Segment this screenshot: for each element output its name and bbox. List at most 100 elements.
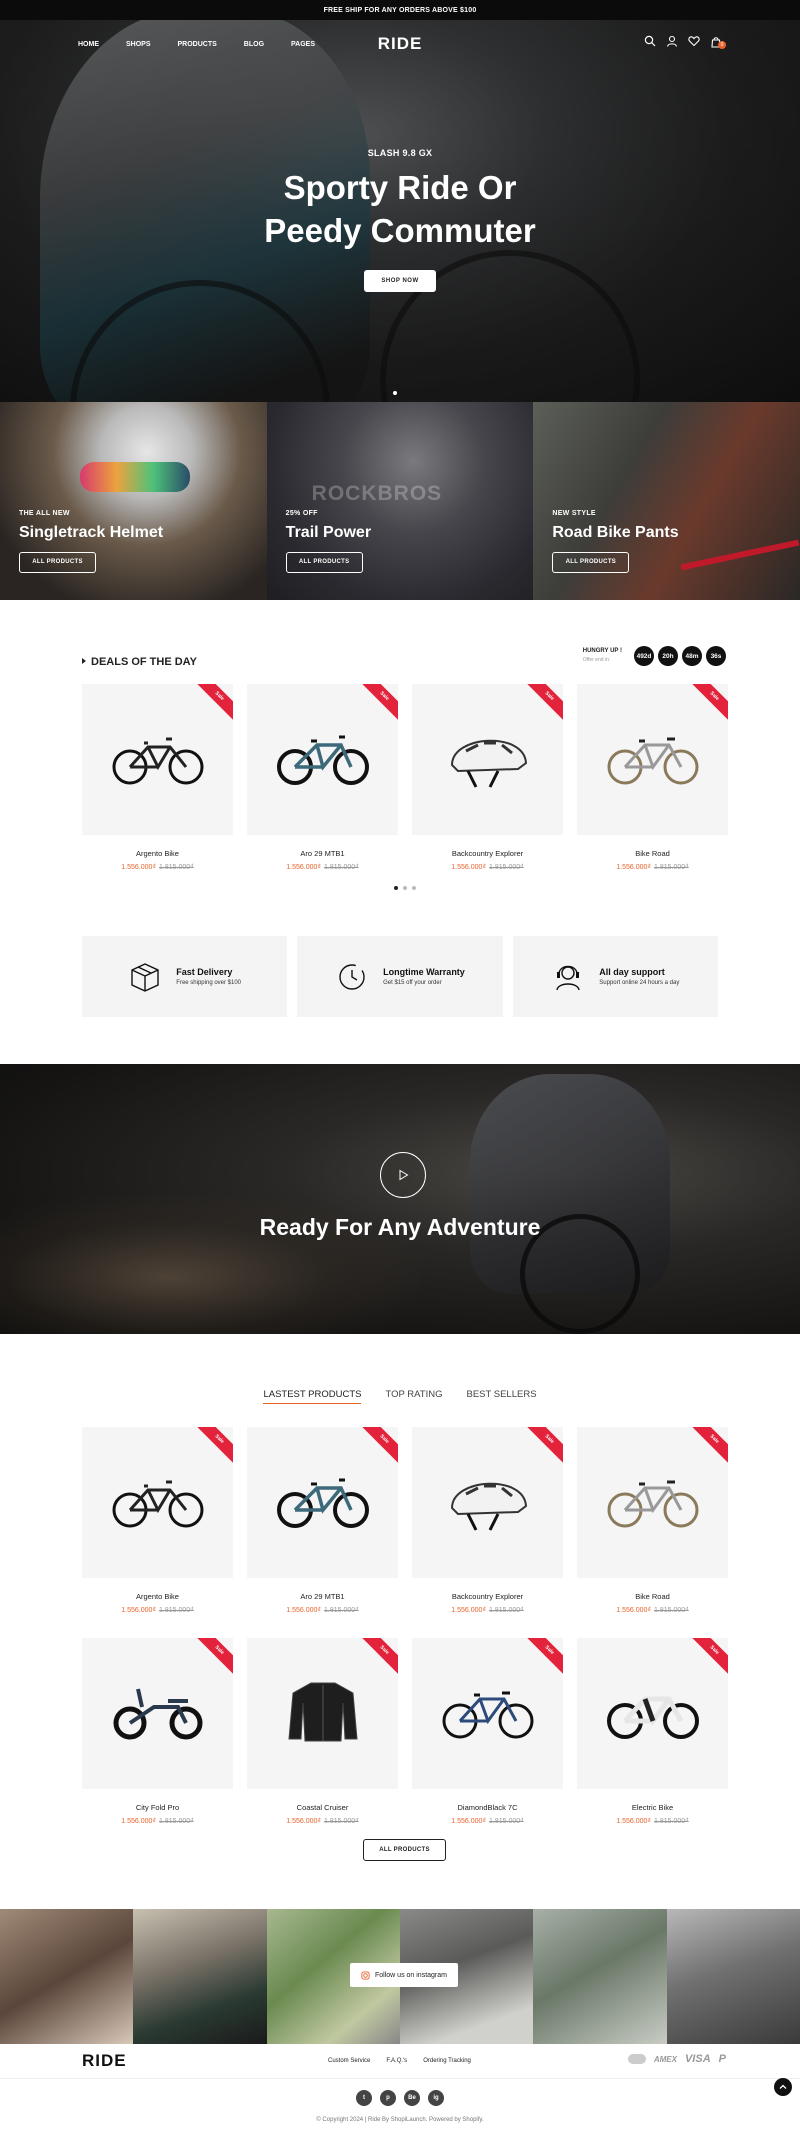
- product-card[interactable]: Sale DiamondBlack 7C 1.556.000₫ 1.815.000₫: [412, 1638, 563, 1825]
- slider-dot[interactable]: [393, 391, 397, 395]
- feature-sub: Free shipping over $100: [176, 980, 242, 986]
- product-name[interactable]: Bike Road: [577, 1592, 728, 1601]
- product-image[interactable]: Sale: [247, 1638, 398, 1789]
- product-image[interactable]: Sale: [577, 1638, 728, 1789]
- instagram-photo[interactable]: [0, 1909, 134, 2044]
- footer-logo[interactable]: RIDE: [82, 2051, 127, 2071]
- box-icon: [131, 962, 159, 992]
- cart-button[interactable]: 0: [710, 35, 726, 53]
- twitter-icon[interactable]: t: [356, 2090, 372, 2106]
- play-video-button[interactable]: [380, 1152, 426, 1198]
- banner-all-products-button[interactable]: ALL PRODUCTS: [552, 552, 630, 573]
- product-price: 1.556.000₫ 1.815.000₫: [247, 1818, 398, 1825]
- nav-products[interactable]: PRODUCTS: [178, 41, 217, 48]
- feature-sub: Support online 24 hours a day: [599, 980, 680, 986]
- back-to-top-button[interactable]: [774, 2078, 792, 2096]
- product-card[interactable]: Sale Argento Bike 1.556.000₫ 1.815.000₫: [82, 684, 233, 871]
- old-price: 1.815.000₫: [654, 864, 689, 871]
- shop-now-button[interactable]: SHOP NOW: [364, 270, 436, 292]
- deals-product-grid: Sale Argento Bike 1.556.000₫ 1.815.000₫ Sale…: [82, 684, 728, 871]
- all-products-button[interactable]: ALL PRODUCTS: [363, 1839, 446, 1861]
- product-image[interactable]: Sale: [247, 684, 398, 835]
- amex-icon: AMEX: [653, 2054, 677, 2064]
- tab-latest-products[interactable]: LASTEST PRODUCTS: [263, 1389, 362, 1404]
- mastercard-icon: [627, 2054, 646, 2064]
- product-card[interactable]: Sale City Fold Pro 1.556.000₫ 1.815.000₫: [82, 1638, 233, 1825]
- nav-blog[interactable]: BLOG: [244, 41, 264, 48]
- product-image[interactable]: Sale: [412, 684, 563, 835]
- current-price: 1.556.000₫: [616, 1607, 651, 1614]
- product-tabs: LASTEST PRODUCTS TOP RATING BEST SELLERS: [0, 1389, 800, 1404]
- product-image[interactable]: Sale: [412, 1427, 563, 1578]
- pager-dot[interactable]: [403, 886, 407, 890]
- pager-dot[interactable]: [412, 886, 416, 890]
- feature-support: All day support Support online 24 hours a…: [512, 936, 718, 1017]
- product-card[interactable]: Sale Aro 29 MTB1 1.556.000₫ 1.815.000₫: [247, 1427, 398, 1614]
- promo-banner-gloves[interactable]: ROCKBROS 25% OFF Trail Power ALL PRODUCT…: [266, 402, 534, 600]
- footer-link-custom-service[interactable]: Custom Service: [328, 2058, 370, 2064]
- product-image[interactable]: Sale: [82, 1638, 233, 1789]
- wishlist-icon[interactable]: [688, 35, 700, 47]
- product-image[interactable]: Sale: [412, 1638, 563, 1789]
- footer-link-order-tracking[interactable]: Ordering Tracking: [423, 2058, 471, 2064]
- search-icon[interactable]: [644, 35, 656, 47]
- promo-banner-helmet[interactable]: THE ALL NEW Singletrack Helmet ALL PRODU…: [0, 402, 267, 600]
- old-price: 1.815.000₫: [489, 1607, 524, 1614]
- pinterest-icon[interactable]: p: [380, 2090, 396, 2106]
- product-image[interactable]: Sale: [577, 684, 728, 835]
- tab-best-sellers[interactable]: BEST SELLERS: [466, 1389, 536, 1404]
- product-image[interactable]: Sale: [247, 1427, 398, 1578]
- product-name[interactable]: Argento Bike: [82, 849, 233, 858]
- product-name[interactable]: DiamondBlack 7C: [412, 1803, 563, 1812]
- product-name[interactable]: Aro 29 MTB1: [247, 849, 398, 858]
- product-image[interactable]: Sale: [82, 1427, 233, 1578]
- current-price: 1.556.000₫: [286, 1818, 321, 1825]
- copyright: © Copyright 2024 | Ride By ShopiLaunch. …: [316, 2117, 484, 2123]
- product-card[interactable]: Sale Argento Bike 1.556.000₫ 1.815.000₫: [82, 1427, 233, 1614]
- nav-home[interactable]: HOME: [78, 41, 99, 48]
- nav-pages[interactable]: PAGES: [291, 41, 315, 48]
- product-name[interactable]: Coastal Cruiser: [247, 1803, 398, 1812]
- sale-badge: Sale: [191, 684, 233, 724]
- product-name[interactable]: Argento Bike: [82, 1592, 233, 1601]
- product-name[interactable]: Backcountry Explorer: [412, 1592, 563, 1601]
- product-card[interactable]: Sale Backcountry Explorer 1.556.000₫ 1.815.…: [412, 1427, 563, 1614]
- product-image[interactable]: Sale: [577, 1427, 728, 1578]
- instagram-photo[interactable]: [533, 1909, 667, 2044]
- pager-dot[interactable]: [394, 886, 398, 890]
- product-card[interactable]: Sale Bike Road 1.556.000₫ 1.815.000₫: [577, 1427, 728, 1614]
- current-price: 1.556.000₫: [286, 1607, 321, 1614]
- current-price: 1.556.000₫: [616, 1818, 651, 1825]
- promo-banner-pants[interactable]: NEW STYLE Road Bike Pants ALL PRODUCTS: [533, 402, 800, 600]
- banner-all-products-button[interactable]: ALL PRODUCTS: [285, 552, 363, 573]
- instagram-photo[interactable]: [666, 1909, 800, 2044]
- product-thumbnail-icon: [273, 725, 373, 794]
- product-card[interactable]: Sale Aro 29 MTB1 1.556.000₫ 1.815.000₫: [247, 684, 398, 871]
- product-name[interactable]: Electric Bike: [577, 1803, 728, 1812]
- product-name[interactable]: City Fold Pro: [82, 1803, 233, 1812]
- product-thumbnail-icon: [108, 1468, 208, 1537]
- countdown-label: HUNGRY UP ! Offer end in:: [583, 647, 622, 665]
- product-name[interactable]: Aro 29 MTB1: [247, 1592, 398, 1601]
- site-logo[interactable]: RIDE: [378, 34, 423, 54]
- announcement-bar: FREE SHIP FOR ANY ORDERS ABOVE $100: [0, 0, 800, 20]
- follow-instagram-button[interactable]: Follow us on instagram: [350, 1963, 458, 1987]
- banner-all-products-button[interactable]: ALL PRODUCTS: [19, 552, 96, 573]
- product-thumbnail-icon: [603, 725, 703, 794]
- footer-link-faq[interactable]: F.A.Q.'s: [386, 2058, 407, 2064]
- behance-icon[interactable]: Be: [404, 2090, 420, 2106]
- product-card[interactable]: Sale Bike Road 1.556.000₫ 1.815.000₫: [577, 684, 728, 871]
- announcement-text: FREE SHIP FOR ANY ORDERS ABOVE $100: [323, 6, 477, 14]
- instagram-photo[interactable]: [133, 1909, 267, 2044]
- product-name[interactable]: Backcountry Explorer: [412, 849, 563, 858]
- product-card[interactable]: Sale Coastal Cruiser 1.556.000₫ 1.815.000₫: [247, 1638, 398, 1825]
- instagram-social-icon[interactable]: ig: [428, 2090, 444, 2106]
- product-name[interactable]: Bike Road: [577, 849, 728, 858]
- hero-kicker: SLASH 9.8 GX: [367, 148, 433, 158]
- product-card[interactable]: Sale Backcountry Explorer 1.556.000₫ 1.815.…: [412, 684, 563, 871]
- nav-shops[interactable]: SHOPS: [126, 41, 151, 48]
- product-image[interactable]: Sale: [82, 684, 233, 835]
- tab-top-rating[interactable]: TOP RATING: [385, 1389, 442, 1404]
- account-icon[interactable]: [666, 35, 678, 47]
- product-card[interactable]: Sale Electric Bike 1.556.000₫ 1.815.000₫: [577, 1638, 728, 1825]
